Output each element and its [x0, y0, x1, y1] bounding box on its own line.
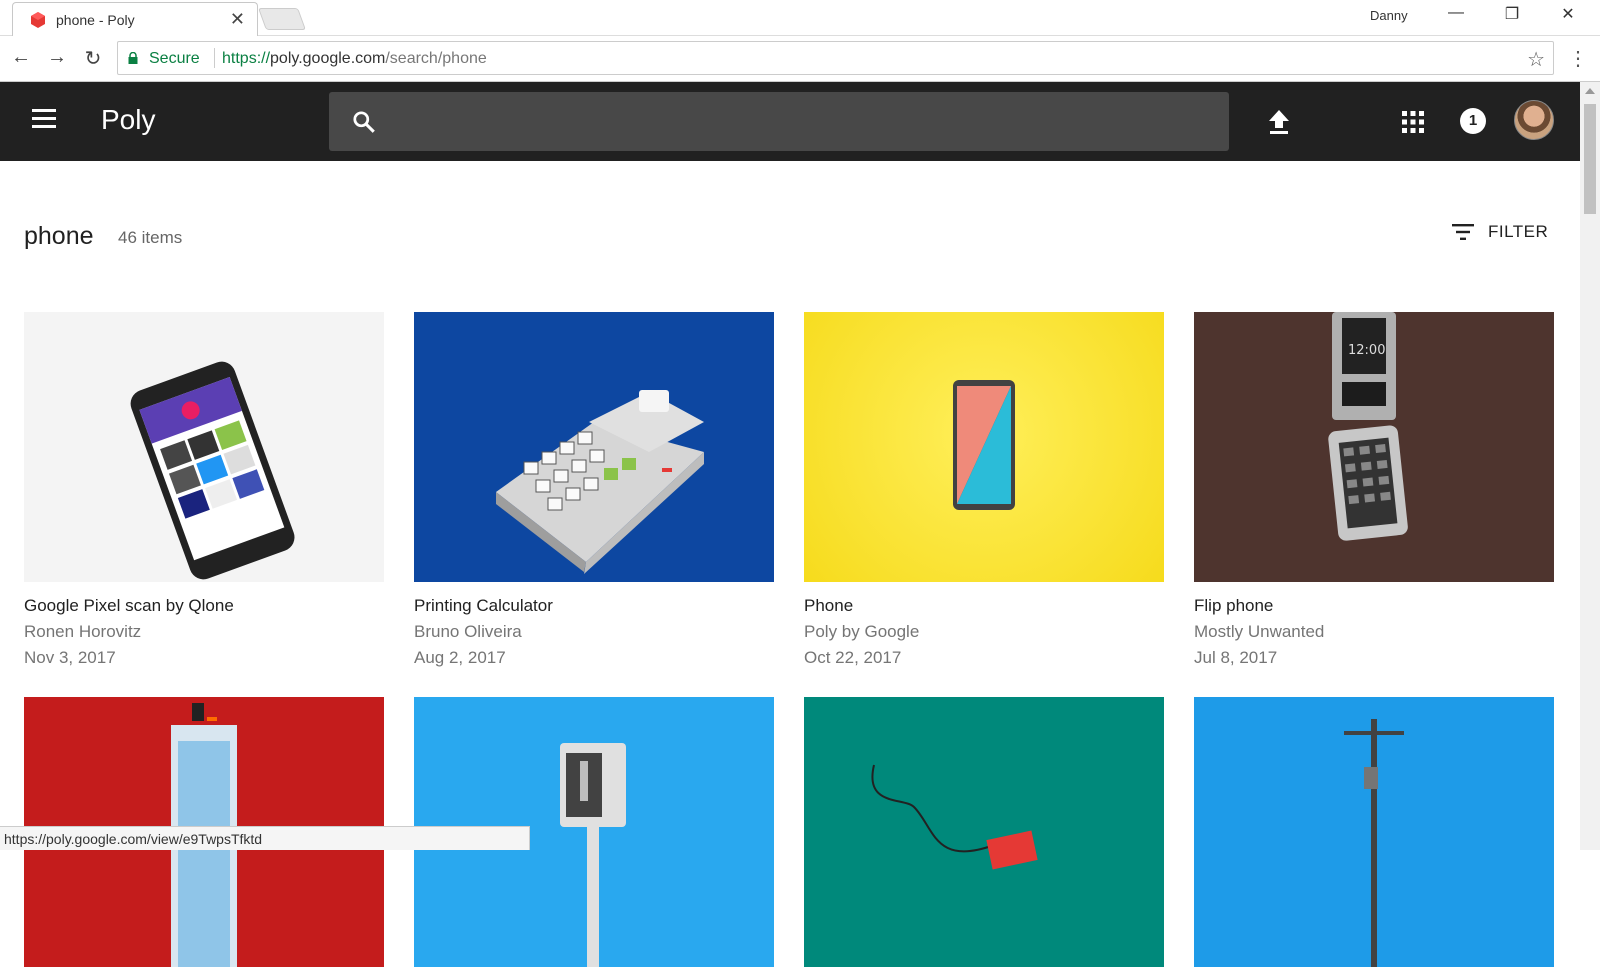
filter-icon — [1452, 224, 1474, 240]
asset-thumbnail[interactable]: 12:00 — [1194, 312, 1554, 582]
asset-thumbnail[interactable] — [1194, 697, 1554, 967]
asset-author[interactable]: Mostly Unwanted — [1194, 622, 1554, 642]
asset-thumbnail[interactable] — [804, 697, 1164, 967]
corded-phone-illustration — [871, 764, 1038, 870]
asset-thumbnail[interactable] — [24, 312, 384, 582]
asset-card[interactable]: 12:00 Flip phone Mostly Unwanted Jul 8, … — [1194, 312, 1554, 668]
filter-button[interactable]: FILTER — [1452, 222, 1548, 242]
search-query-title: phone — [24, 222, 94, 250]
restore-icon[interactable]: ❐ — [1492, 4, 1532, 24]
status-bar: https://poly.google.com/view/e9TwpsTfktd — [0, 826, 530, 850]
asset-date: Oct 22, 2017 — [804, 648, 902, 667]
asset-author[interactable]: Bruno Oliveira — [414, 622, 774, 642]
pixel-phone-illustration — [130, 361, 295, 580]
scroll-up-arrow-icon[interactable] — [1585, 88, 1595, 94]
avatar[interactable] — [1514, 100, 1554, 140]
lock-icon — [128, 52, 138, 64]
secure-label: Secure — [149, 50, 200, 67]
hamburger-menu-icon[interactable] — [32, 109, 56, 129]
back-arrow-icon[interactable]: ← — [8, 46, 34, 69]
flip-phone-illustration: 12:00 — [1328, 312, 1408, 541]
upload-icon[interactable] — [1267, 108, 1291, 136]
asset-thumbnail[interactable] — [414, 312, 774, 582]
results-count: 46 items — [118, 228, 183, 247]
apps-grid-icon[interactable] — [1402, 111, 1424, 133]
asset-title[interactable]: Google Pixel scan by Qlone — [24, 596, 384, 616]
new-tab-button[interactable] — [257, 8, 307, 30]
asset-thumbnail[interactable] — [804, 312, 1164, 582]
address-bar: ← → ↻ Secure https://poly.google.com/sea… — [0, 36, 1600, 82]
poly-favicon-icon — [31, 12, 45, 28]
asset-title[interactable]: Flip phone — [1194, 596, 1554, 616]
notification-badge[interactable]: 1 — [1460, 108, 1486, 134]
asset-author[interactable]: Ronen Horovitz — [24, 622, 384, 642]
calculator-illustration — [496, 390, 704, 574]
telephone-pole-illustration — [1344, 719, 1404, 967]
asset-date: Nov 3, 2017 — [24, 648, 116, 667]
minimize-icon[interactable]: — — [1436, 4, 1476, 22]
asset-card[interactable] — [804, 697, 1164, 967]
phone-illustration — [953, 380, 1015, 510]
search-icon — [353, 111, 375, 133]
forward-arrow-icon[interactable]: → — [44, 46, 70, 69]
tab-title: phone - Poly — [56, 12, 135, 28]
url-scheme: https:// — [222, 50, 271, 67]
asset-author[interactable]: Poly by Google — [804, 622, 1164, 642]
asset-title[interactable]: Phone — [804, 596, 1164, 616]
search-input[interactable] — [329, 92, 1229, 151]
poly-header: Poly 1 — [0, 82, 1580, 161]
asset-card[interactable]: Google Pixel scan by Qlone Ronen Horovit… — [24, 312, 384, 668]
window-close-icon[interactable]: ✕ — [1548, 4, 1588, 24]
url-host: poly.google.com — [270, 50, 386, 67]
asset-date: Jul 8, 2017 — [1194, 648, 1278, 667]
poly-logo[interactable]: Poly — [101, 104, 155, 136]
filter-label: FILTER — [1488, 222, 1549, 241]
url-path: /search/phone — [385, 50, 487, 67]
profile-name[interactable]: Danny — [1370, 8, 1408, 23]
asset-title[interactable]: Printing Calculator — [414, 596, 774, 616]
tab-strip: phone - Poly ✕ Danny — ❐ ✕ — [0, 0, 1600, 36]
scrollbar-thumb[interactable] — [1584, 104, 1596, 214]
omnibox[interactable]: Secure https://poly.google.com/search/ph… — [117, 41, 1554, 75]
bookmark-star-icon[interactable]: ☆ — [1527, 47, 1545, 72]
asset-date: Aug 2, 2017 — [414, 648, 506, 667]
svg-text:12:00: 12:00 — [1348, 343, 1385, 358]
url-text: https://poly.google.com/search/phone — [222, 50, 487, 68]
reload-icon[interactable]: ↻ — [80, 46, 106, 71]
browser-tab[interactable]: phone - Poly ✕ — [12, 2, 258, 36]
page-scrollbar[interactable] — [1580, 82, 1600, 850]
tab-close-icon[interactable]: ✕ — [230, 9, 245, 30]
asset-card[interactable]: Phone Poly by Google Oct 22, 2017 — [804, 312, 1164, 668]
asset-card[interactable] — [1194, 697, 1554, 967]
browser-menu-icon[interactable]: ⋮ — [1568, 46, 1588, 71]
omnibox-divider — [214, 48, 215, 68]
asset-card[interactable]: Printing Calculator Bruno Oliveira Aug 2… — [414, 312, 774, 668]
